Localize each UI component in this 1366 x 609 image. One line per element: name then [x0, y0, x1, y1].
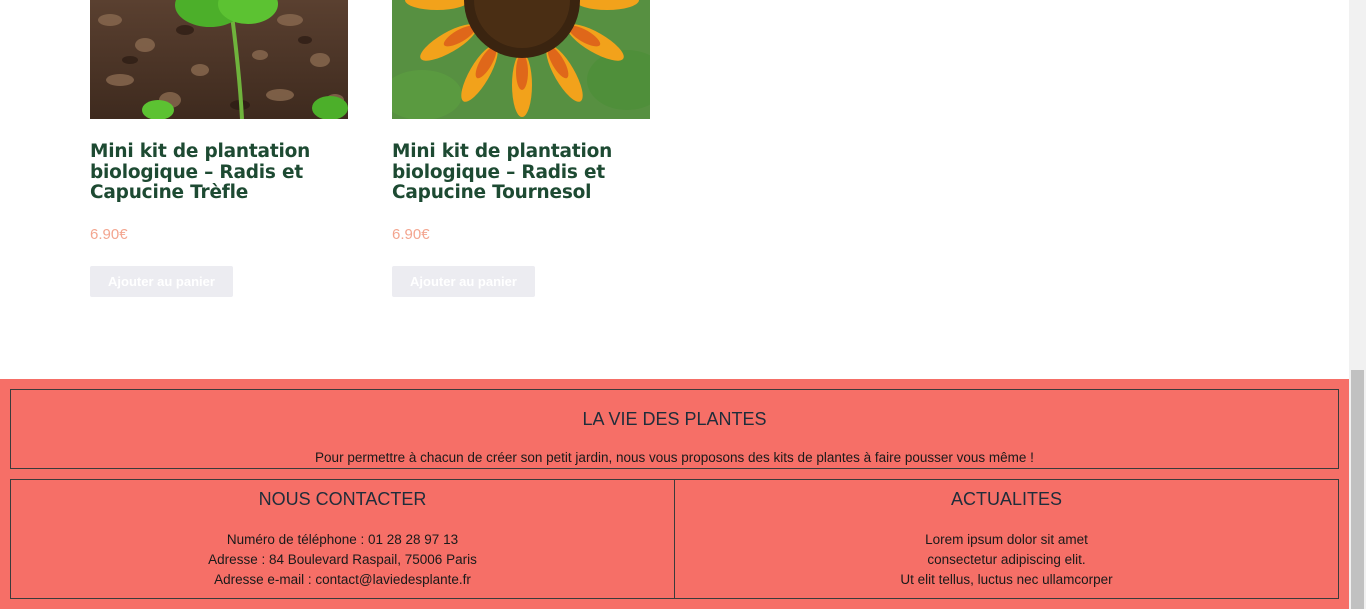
product-price: 6.90€: [392, 226, 430, 243]
contact-email[interactable]: Adresse e-mail : contact@laviedesplante.…: [11, 570, 674, 590]
contact-address: Adresse : 84 Boulevard Raspail, 75006 Pa…: [208, 552, 477, 567]
footer-news-section: ACTUALITES Lorem ipsum dolor sit amet co…: [674, 479, 1339, 599]
footer-contact-heading: NOUS CONTACTER: [258, 489, 427, 509]
add-to-cart-button[interactable]: Ajouter au panier: [392, 266, 535, 297]
scrollbar-thumb[interactable]: [1351, 370, 1364, 609]
product-card: Mini kit de plantation biologique – Radi…: [90, 0, 348, 297]
footer-about-heading: LA VIE DES PLANTES: [582, 409, 767, 429]
product-card: Mini kit de plantation biologique – Radi…: [392, 0, 650, 297]
page-scrollbar[interactable]: [1349, 0, 1366, 609]
site-footer: LA VIE DES PLANTES Pour permettre à chac…: [0, 379, 1349, 609]
contact-phone: Numéro de téléphone : 01 28 28 97 13: [226, 532, 459, 547]
add-to-cart-button[interactable]: Ajouter au panier: [90, 266, 233, 297]
news-line: consectetur adipiscing elit.: [927, 552, 1086, 567]
product-image-sunflower[interactable]: [392, 0, 650, 119]
footer-about-text: Pour permettre à chacun de créer son pet…: [315, 450, 1034, 465]
product-image-clover[interactable]: [90, 0, 348, 119]
footer-about-section: LA VIE DES PLANTES Pour permettre à chac…: [10, 389, 1339, 469]
news-line: Lorem ipsum dolor sit amet: [925, 532, 1088, 547]
product-price: 6.90€: [90, 226, 128, 243]
footer-news-heading: ACTUALITES: [950, 489, 1063, 509]
product-title[interactable]: Mini kit de plantation biologique – Radi…: [90, 141, 348, 204]
news-line: Ut elit tellus, luctus nec ullamcorper: [900, 572, 1113, 587]
footer-contact-section: NOUS CONTACTER Numéro de téléphone : 01 …: [10, 479, 675, 599]
product-title[interactable]: Mini kit de plantation biologique – Radi…: [392, 141, 650, 204]
